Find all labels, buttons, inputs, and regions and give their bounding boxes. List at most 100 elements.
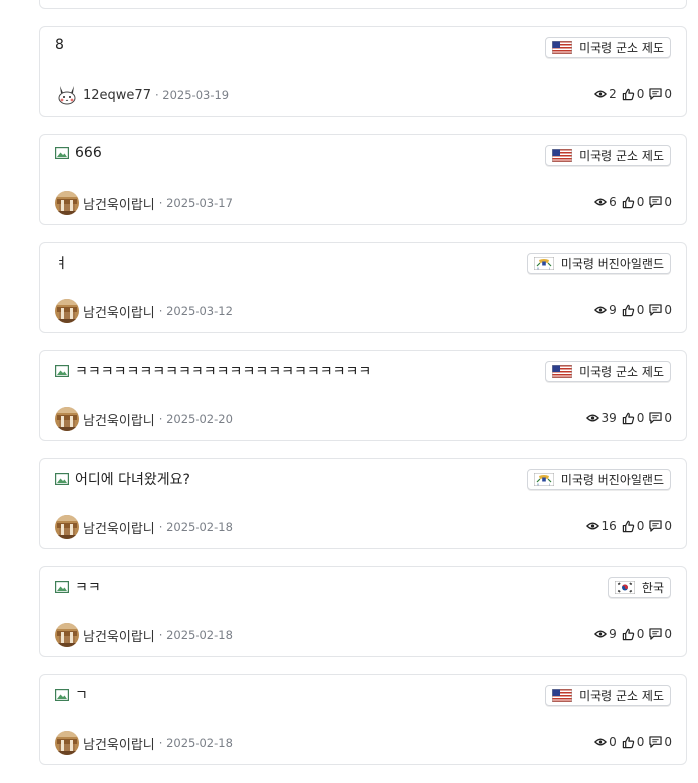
post-card[interactable]: 8 미국령 군소 제도 12eqwe77 · 2025-03-19 2 0 0: [39, 26, 687, 117]
avatar[interactable]: [55, 731, 79, 755]
post-author[interactable]: 남건욱이랍니 · 2025-03-12: [55, 299, 233, 323]
image-icon: [55, 365, 70, 378]
avatar[interactable]: [55, 515, 79, 539]
thumbs-up-icon: [622, 304, 635, 317]
category-badge[interactable]: 미국령 군소 제도: [545, 361, 671, 382]
views-stat: 16: [586, 519, 617, 533]
post-card[interactable]: ㅋㅋㅋㅋㅋㅋㅋㅋㅋㅋㅋㅋㅋㅋㅋㅋㅋㅋㅋㅋㅋㅋㅋ 미국령 군소 제도 남건욱이랍니…: [39, 350, 687, 441]
comment-icon: [649, 88, 662, 100]
category-badge[interactable]: 미국령 군소 제도: [545, 685, 671, 706]
post-title[interactable]: ㅋㅋㅋㅋㅋㅋㅋㅋㅋㅋㅋㅋㅋㅋㅋㅋㅋㅋㅋㅋㅋㅋㅋ: [55, 361, 371, 381]
eye-icon: [586, 521, 600, 531]
post-title-text[interactable]: ㄱ: [75, 685, 88, 705]
comments-stat: 0: [649, 519, 672, 533]
category-label: 미국령 군소 제도: [579, 689, 664, 703]
views-count: 9: [609, 627, 617, 641]
category-badge[interactable]: 미국령 군소 제도: [545, 37, 671, 58]
thumbs-up-icon: [622, 628, 635, 641]
category-badge[interactable]: 미국령 군소 제도: [545, 145, 671, 166]
category-badge[interactable]: 한국: [607, 577, 671, 598]
comments-count: 0: [664, 519, 672, 533]
post-title-text[interactable]: 8: [55, 37, 64, 53]
comments-count: 0: [664, 411, 672, 425]
category-label: 미국령 군소 제도: [579, 41, 664, 55]
views-stat: 6: [594, 195, 617, 209]
post-title-text[interactable]: 어디에 다녀왔게요?: [75, 469, 190, 489]
author-name[interactable]: 남건욱이랍니: [83, 734, 155, 753]
post-card[interactable]: 666 미국령 군소 제도 남건욱이랍니 · 2025-03-17 6 0 0: [39, 134, 687, 225]
views-count: 6: [609, 195, 617, 209]
comments-count: 0: [664, 735, 672, 749]
post-author[interactable]: 남건욱이랍니 · 2025-02-18: [55, 515, 233, 539]
author-name[interactable]: 남건욱이랍니: [83, 518, 155, 537]
views-stat: 9: [594, 303, 617, 317]
comments-count: 0: [664, 87, 672, 101]
post-title[interactable]: ㅕ: [55, 253, 68, 273]
image-icon: [55, 473, 70, 486]
post-author[interactable]: 12eqwe77 · 2025-03-19: [55, 83, 229, 107]
thumbs-up-icon: [622, 412, 635, 425]
likes-stat: 0: [622, 627, 645, 641]
likes-count: 0: [636, 411, 645, 425]
comment-icon: [649, 196, 662, 208]
views-count: 39: [601, 411, 617, 425]
post-title[interactable]: ㅋㅋ: [55, 577, 101, 597]
post-card[interactable]: ㄱ 미국령 군소 제도 남건욱이랍니 · 2025-02-18 0 0 0: [39, 674, 687, 765]
avatar[interactable]: [55, 623, 79, 647]
post-title[interactable]: 어디에 다녀왔게요?: [55, 469, 190, 489]
thumbs-up-icon: [622, 520, 635, 533]
post-stats: 0 0 0: [594, 735, 672, 749]
post-stats: 2 0 0: [594, 87, 672, 101]
post-card[interactable]: ㅕ VI 미국령 버진아일랜드 남건욱이랍니 · 2025-03-12 9 0 …: [39, 242, 687, 333]
post-date: · 2025-03-17: [158, 196, 233, 210]
post-stats: 6 0 0: [594, 195, 672, 209]
post-author[interactable]: 남건욱이랍니 · 2025-02-18: [55, 731, 233, 755]
avatar[interactable]: [55, 299, 79, 323]
avatar[interactable]: [55, 407, 79, 431]
post-author[interactable]: 남건욱이랍니 · 2025-02-18: [55, 623, 233, 647]
author-name[interactable]: 남건욱이랍니: [83, 410, 155, 429]
author-name[interactable]: 12eqwe77: [83, 88, 151, 103]
post-date: · 2025-02-18: [158, 520, 233, 534]
post-card[interactable]: ㅋㅋ 한국 남건욱이랍니 · 2025-02-18 9 0 0: [39, 566, 687, 657]
likes-stat: 0: [622, 303, 645, 317]
post-title-text[interactable]: 666: [75, 145, 102, 161]
post-date: · 2025-03-19: [154, 88, 230, 102]
views-count: 16: [601, 519, 617, 533]
post-stats: 39 0 0: [586, 411, 672, 425]
post-date: · 2025-02-20: [158, 412, 233, 426]
likes-count: 0: [636, 87, 645, 101]
post-title[interactable]: ㄱ: [55, 685, 88, 705]
category-badge[interactable]: VI 미국령 버진아일랜드: [526, 469, 671, 490]
post-author[interactable]: 남건욱이랍니 · 2025-02-20: [55, 407, 233, 431]
post-title-text[interactable]: ㅋㅋㅋㅋㅋㅋㅋㅋㅋㅋㅋㅋㅋㅋㅋㅋㅋㅋㅋㅋㅋㅋㅋ: [75, 361, 371, 381]
post-card-partial[interactable]: [39, 0, 687, 9]
views-count: 0: [609, 735, 617, 749]
post-title[interactable]: 666: [55, 145, 102, 161]
svg-text:I: I: [549, 267, 550, 271]
comments-stat: 0: [649, 627, 672, 641]
post-title-text[interactable]: ㅕ: [55, 253, 68, 273]
author-name[interactable]: 남건욱이랍니: [83, 194, 155, 213]
post-card[interactable]: 어디에 다녀왔게요? VI 미국령 버진아일랜드 남건욱이랍니 · 2025-0…: [39, 458, 687, 549]
post-stats: 9 0 0: [594, 627, 672, 641]
author-name[interactable]: 남건욱이랍니: [83, 302, 155, 321]
us-flag-icon: [552, 689, 573, 703]
avatar[interactable]: [55, 83, 79, 107]
likes-stat: 0: [622, 735, 645, 749]
category-label: 한국: [641, 581, 664, 595]
post-title-text[interactable]: ㅋㅋ: [75, 577, 101, 597]
likes-count: 0: [636, 735, 645, 749]
author-name[interactable]: 남건욱이랍니: [83, 626, 155, 645]
post-title[interactable]: 8: [55, 37, 64, 53]
thumbs-up-icon: [622, 196, 635, 209]
post-author[interactable]: 남건욱이랍니 · 2025-03-17: [55, 191, 233, 215]
category-badge[interactable]: VI 미국령 버진아일랜드: [526, 253, 671, 274]
avatar[interactable]: [55, 191, 79, 215]
category-label: 미국령 군소 제도: [579, 149, 664, 163]
views-count: 9: [609, 303, 617, 317]
likes-stat: 0: [622, 87, 645, 101]
category-label: 미국령 군소 제도: [579, 365, 664, 379]
likes-count: 0: [636, 303, 645, 317]
likes-count: 0: [636, 627, 645, 641]
